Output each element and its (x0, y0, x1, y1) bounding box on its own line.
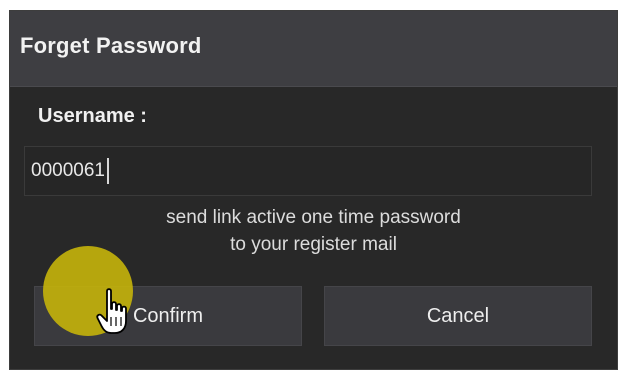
username-input[interactable]: 0000061 (24, 146, 592, 196)
dialog-titlebar: Forget Password (10, 11, 617, 87)
forget-password-dialog: Forget Password Username : 0000061 send … (9, 10, 618, 370)
username-input-value: 0000061 (31, 160, 105, 181)
dialog-title: Forget Password (20, 33, 202, 58)
text-caret (106, 157, 109, 184)
username-label: Username : (38, 105, 147, 127)
hint-line-2: to your register mail (230, 234, 397, 255)
hint-line-1: send link active one time password (166, 207, 461, 228)
cancel-button[interactable]: Cancel (324, 286, 592, 346)
confirm-button[interactable]: Confirm (34, 286, 302, 346)
hint-text: send link active one time password to yo… (10, 204, 617, 258)
